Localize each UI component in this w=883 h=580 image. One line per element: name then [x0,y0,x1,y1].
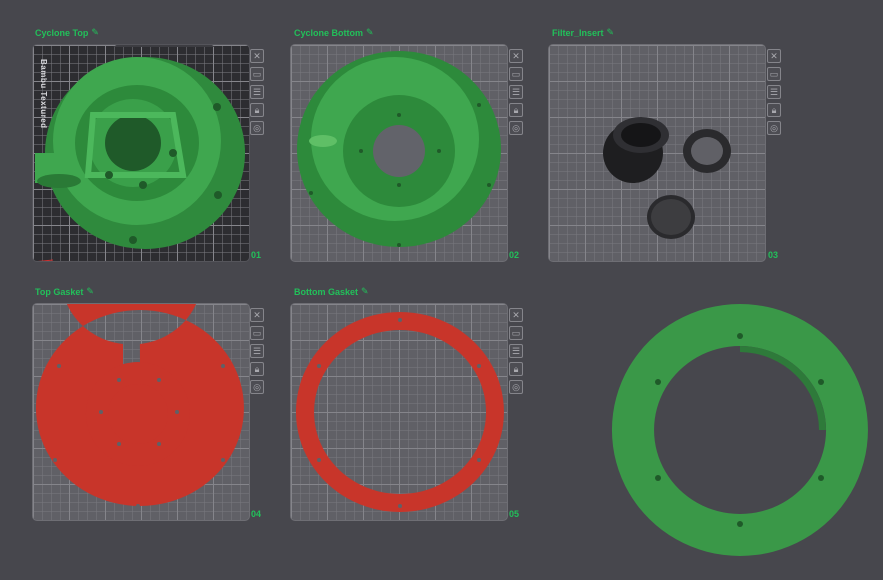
arrange-icon[interactable]: ☰ [250,85,264,99]
loose-ring-part[interactable] [605,296,875,566]
plate-4[interactable] [32,303,250,521]
lock-icon[interactable]: 🔒︎ [250,103,264,117]
close-icon[interactable]: ✕ [509,49,523,63]
plate-3-title-text: Filter_Insert [552,27,604,38]
close-icon[interactable]: ✕ [509,308,523,322]
lock-icon[interactable]: 🔒︎ [767,103,781,117]
plate-1-title-text: Cyclone Top [35,27,89,38]
plate-1[interactable]: Bambu Textured [32,44,250,262]
settings-icon[interactable]: ◎ [767,121,781,135]
plate-4-model [35,304,244,508]
plate-2-model [297,51,501,247]
edit-icon[interactable]: ✎ [366,27,374,38]
image-icon[interactable]: ▭ [250,67,264,81]
arrange-icon[interactable]: ☰ [509,85,523,99]
plate-2-number: 02 [509,250,520,260]
settings-icon[interactable]: ◎ [509,121,523,135]
plate-5-model [295,312,504,512]
arrange-icon[interactable]: ☰ [509,344,523,358]
plate-1-model [35,45,245,261]
image-icon[interactable]: ▭ [767,67,781,81]
plate-3[interactable] [548,44,766,262]
plate-3-model [603,117,731,239]
plate-1-toolbar: ✕ ▭ ☰ 🔒︎ ◎ [250,49,264,135]
arrange-icon[interactable]: ☰ [767,85,781,99]
plate-3-title[interactable]: Filter_Insert ✎ [552,27,614,38]
plate-3-toolbar: ✕ ▭ ☰ 🔒︎ ◎ [767,49,781,135]
edit-icon[interactable]: ✎ [607,27,615,38]
plate-2-toolbar: ✕ ▭ ☰ 🔒︎ ◎ [509,49,523,135]
close-icon[interactable]: ✕ [250,49,264,63]
image-icon[interactable]: ▭ [250,326,264,340]
plate-1-title[interactable]: Cyclone Top ✎ [35,27,99,38]
close-icon[interactable]: ✕ [767,49,781,63]
image-icon[interactable]: ▭ [509,67,523,81]
plate-4-toolbar: ✕ ▭ ☰ 🔒︎ ◎ [250,308,264,394]
lock-icon[interactable]: 🔒︎ [509,103,523,117]
edit-icon[interactable]: ✎ [86,286,94,297]
lock-icon[interactable]: 🔒︎ [250,362,264,376]
plate-3-number: 03 [768,250,779,260]
image-icon[interactable]: ▭ [509,326,523,340]
plate-4-number: 04 [251,509,262,519]
arrange-icon[interactable]: ☰ [250,344,264,358]
settings-icon[interactable]: ◎ [250,121,264,135]
lock-icon[interactable]: 🔒︎ [509,362,523,376]
plate-2-title-text: Cyclone Bottom [294,27,364,38]
edit-icon[interactable]: ✎ [361,286,369,297]
plate-5-title[interactable]: Bottom Gasket ✎ [294,286,369,297]
plate-5-toolbar: ✕ ▭ ☰ 🔒︎ ◎ [509,308,523,394]
plate-1-number: 01 [251,250,262,260]
plate-4-title-text: Top Gasket [35,286,84,297]
plate-2[interactable] [290,44,508,262]
edit-icon[interactable]: ✎ [91,27,99,38]
close-icon[interactable]: ✕ [250,308,264,322]
settings-icon[interactable]: ◎ [509,380,523,394]
plate-5-number: 05 [509,509,520,519]
settings-icon[interactable]: ◎ [250,380,264,394]
plate-5[interactable] [290,303,508,521]
plate-4-title[interactable]: Top Gasket ✎ [35,286,94,297]
plate-5-title-text: Bottom Gasket [294,286,359,297]
plate-2-title[interactable]: Cyclone Bottom ✎ [294,27,374,38]
